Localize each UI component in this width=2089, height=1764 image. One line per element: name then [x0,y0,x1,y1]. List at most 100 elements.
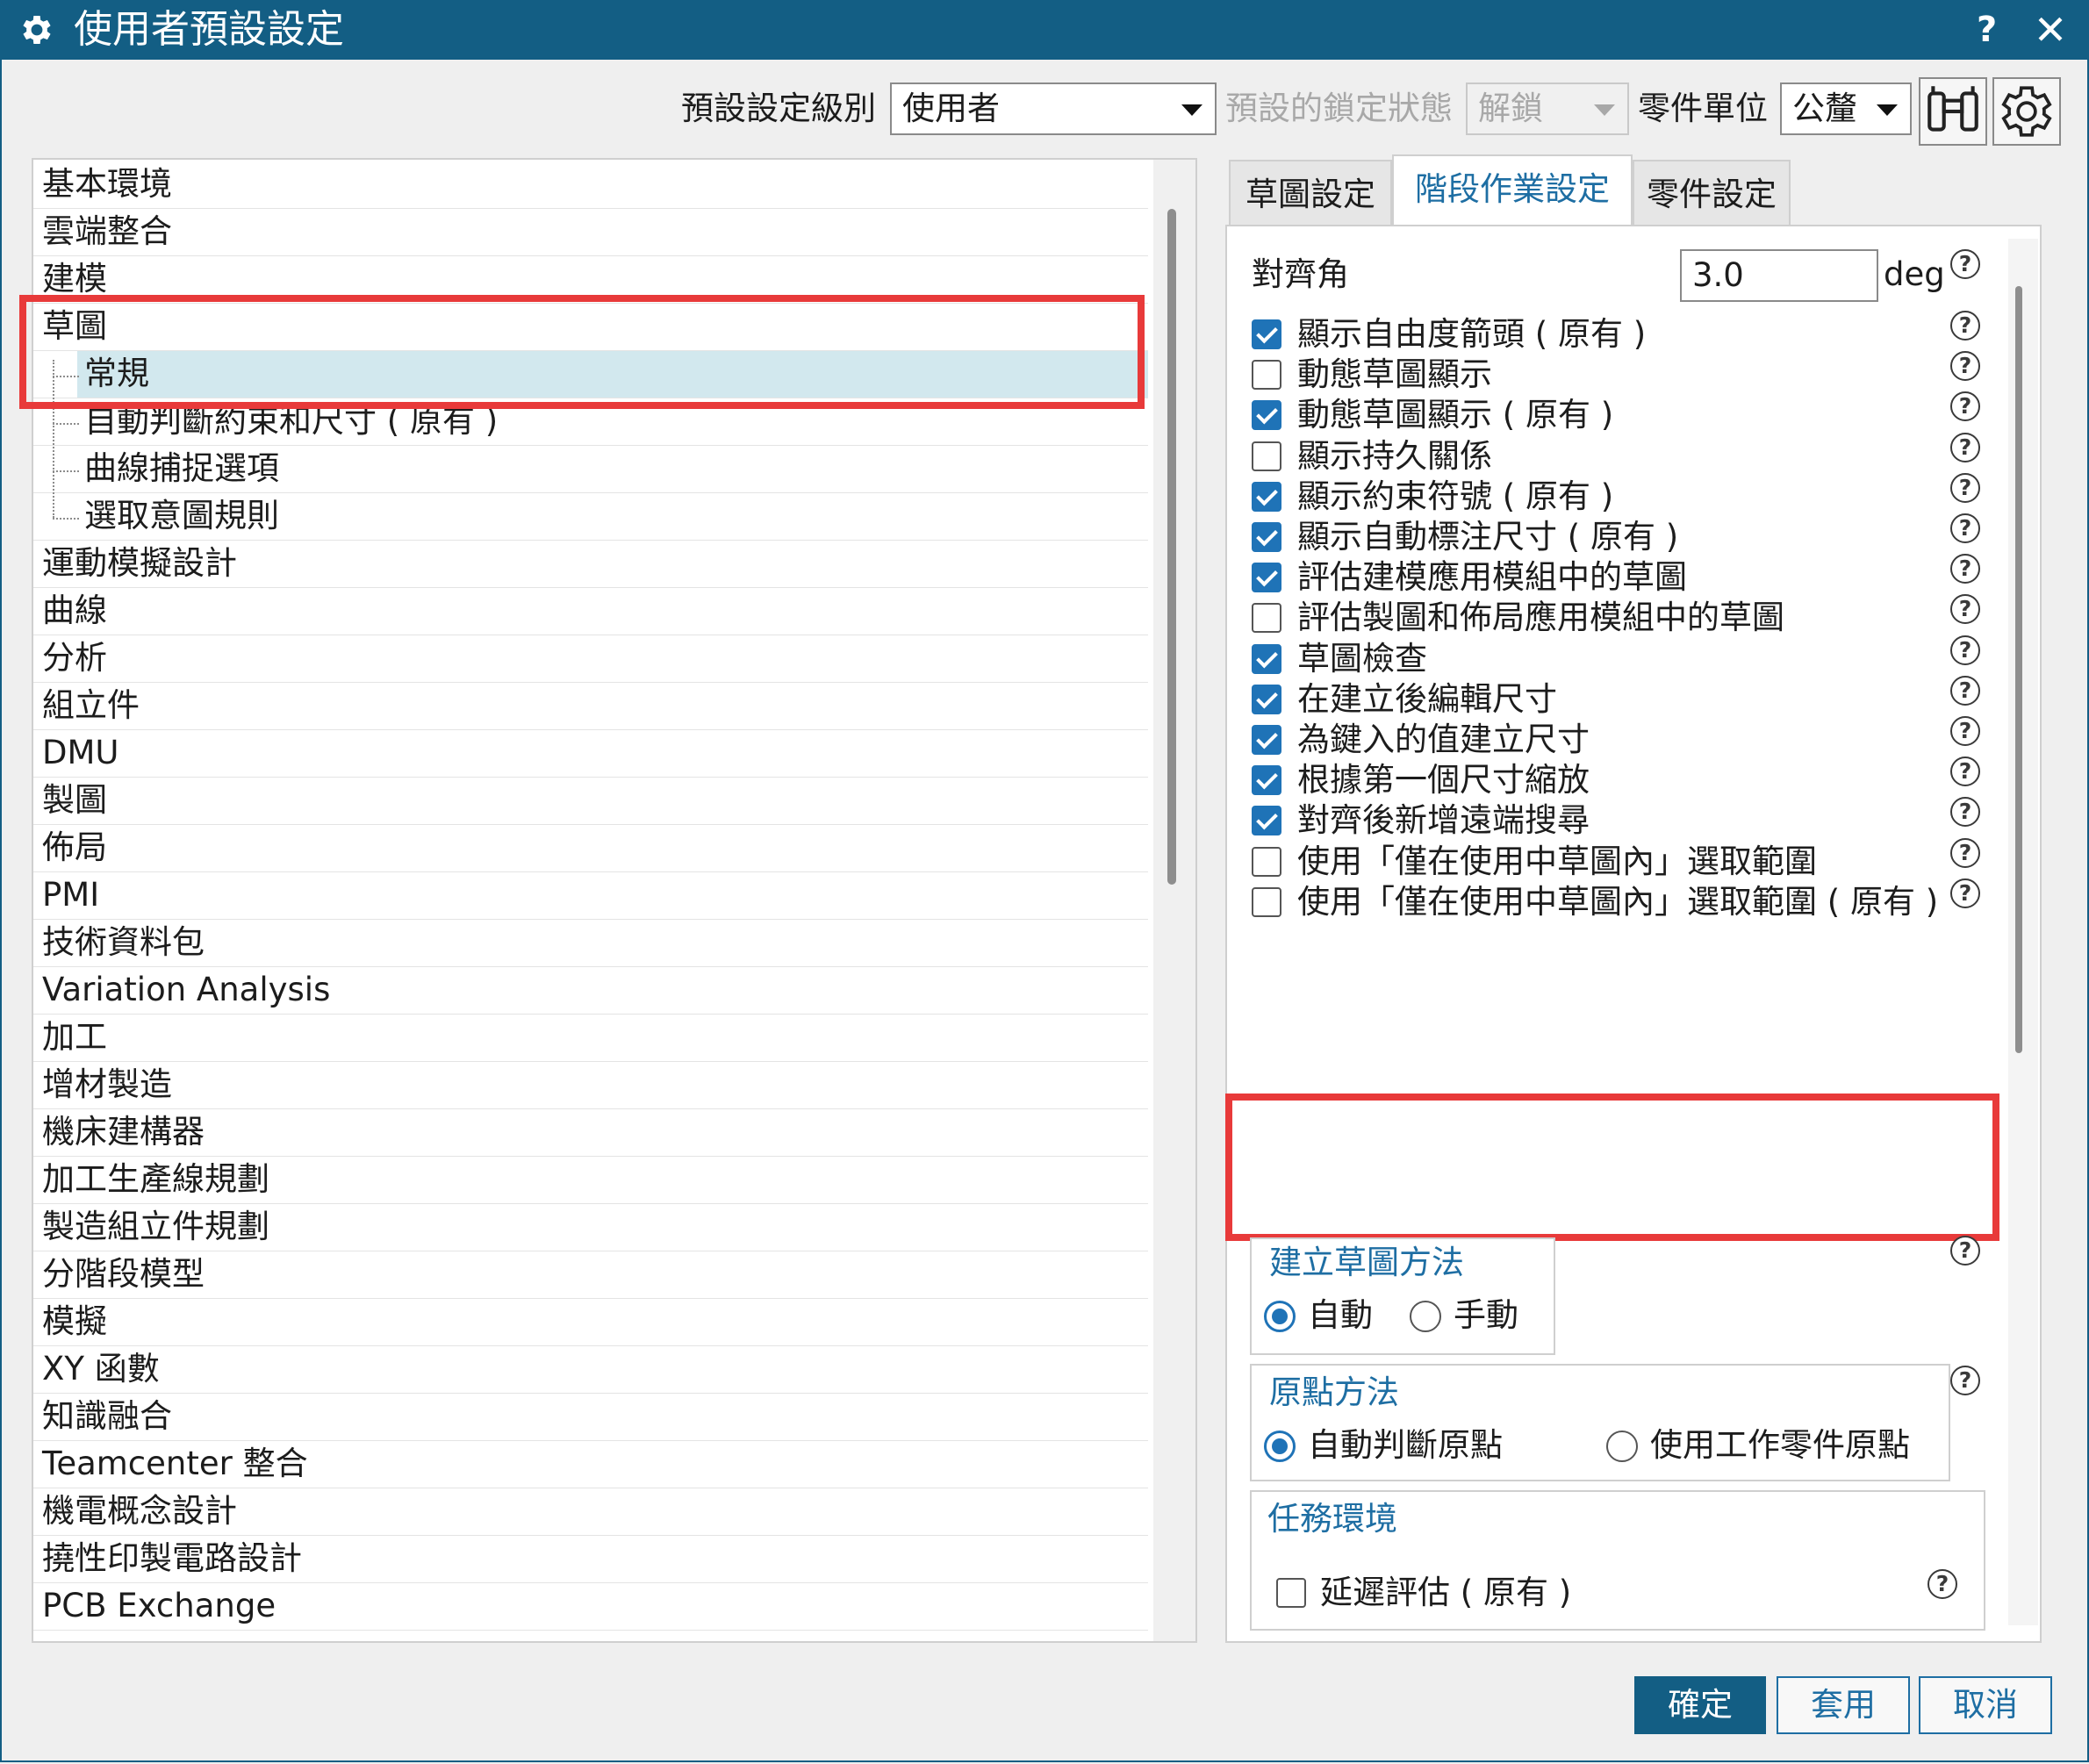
find-button[interactable] [1919,77,1987,146]
help-icon[interactable]: ? [1950,757,1980,786]
checkbox[interactable] [1252,887,1281,917]
tab-sketch-settings[interactable]: 草圖設定 [1229,160,1392,228]
radio-sketch-auto-label: 自動 [1308,1296,1373,1334]
tab-part-settings[interactable]: 零件設定 [1633,160,1791,228]
ok-button[interactable]: 確定 [1634,1676,1766,1734]
tree-item[interactable]: 製圖 [33,778,1148,825]
panel-scrollbar[interactable] [2008,239,2038,1625]
radio-sketch-manual[interactable] [1410,1301,1441,1332]
help-icon[interactable]: ? [1950,1236,1980,1266]
tree-item[interactable]: 選取意圖規則 [33,493,1148,541]
radio-origin-work-part[interactable] [1606,1431,1638,1462]
tree-item[interactable]: 增材製造 [33,1062,1148,1109]
option-label: 評估製圖和佈局應用模組中的草圖 [1297,599,1784,636]
tree-item-label: 分析 [42,639,107,677]
checkbox[interactable] [1252,482,1281,512]
window-title: 使用者預設設定 [74,7,344,52]
gear-icon [2001,86,2052,137]
tree-item[interactable]: 分階段模型 [33,1251,1148,1299]
tree-item-label: 分階段模型 [42,1255,205,1293]
checkbox[interactable] [1252,847,1281,877]
tree-item[interactable]: XY 函數 [33,1346,1148,1394]
help-icon[interactable]: ? [1927,1569,1957,1599]
tree-item[interactable]: 雲端整合 [33,209,1148,256]
help-icon[interactable]: ? [1950,716,1980,746]
checkbox[interactable] [1252,563,1281,592]
help-icon[interactable]: ? [1950,311,1980,341]
close-button[interactable]: ✕ [2028,5,2073,54]
highlight-box-tree [19,295,1145,409]
tree-item[interactable]: 機電概念設計 [33,1488,1148,1536]
help-icon[interactable]: ? [1950,391,1980,421]
tree-item[interactable]: DMU [33,730,1148,778]
checkbox[interactable] [1252,522,1281,552]
tree-item[interactable]: 技術資料包 [33,920,1148,967]
tree-item-label: 增材製造 [42,1065,172,1103]
tree-item[interactable]: 撓性印製電路設計 [33,1536,1148,1583]
tree-item-label: 技術資料包 [42,923,205,961]
tree-item[interactable]: 曲線 [33,588,1148,635]
tree-item[interactable]: Variation Analysis [33,967,1148,1015]
panel-scroll-thumb[interactable] [2015,286,2022,1053]
help-icon[interactable]: ? [1950,676,1980,706]
help-icon[interactable]: ? [1950,473,1980,503]
help-icon[interactable]: ? [1950,513,1980,543]
tree-item-label: 運動模擬設計 [42,544,237,582]
snap-angle-input[interactable]: 3.0 [1680,249,1878,302]
help-icon[interactable]: ? [1950,351,1980,381]
checkbox[interactable] [1252,400,1281,430]
tree-item[interactable]: 基本環境 [33,161,1148,209]
tree-item-label: PMI [42,876,100,914]
tree-item[interactable]: 曲線捕捉選項 [33,446,1148,493]
checkbox[interactable] [1252,319,1281,349]
tree-item[interactable]: 分析 [33,635,1148,683]
tree-item[interactable]: 運動模擬設計 [33,541,1148,588]
help-icon[interactable]: ? [1950,554,1980,584]
tree-item[interactable]: PMI [33,872,1148,920]
apply-button[interactable]: 套用 [1777,1676,1910,1734]
cancel-button[interactable]: 取消 [1919,1676,2052,1734]
checkbox[interactable] [1252,685,1281,714]
help-button[interactable]: ? [1977,5,1997,54]
tree-item[interactable]: 模擬 [33,1299,1148,1346]
checkbox-deferred-eval[interactable] [1276,1578,1306,1608]
radio-sketch-auto[interactable] [1264,1301,1296,1332]
checkbox[interactable] [1252,765,1281,795]
checkbox[interactable] [1252,603,1281,633]
help-icon[interactable]: ? [1950,249,1980,279]
tab-session-settings[interactable]: 階段作業設定 [1392,154,1633,226]
snap-angle-value: 3.0 [1692,256,1744,294]
tree-item[interactable]: 組立件 [33,683,1148,730]
tree-scroll-thumb[interactable] [1167,209,1176,885]
help-icon[interactable]: ? [1950,878,1980,908]
help-icon[interactable]: ? [1950,433,1980,463]
tree-item[interactable]: 製造組立件規劃 [33,1204,1148,1251]
tree-item[interactable]: 知識融合 [33,1394,1148,1441]
unit-dropdown[interactable]: 公釐 [1780,82,1912,135]
tree-item-label: XY 函數 [42,1350,160,1388]
checkbox[interactable] [1252,360,1281,390]
tree-item[interactable]: PCB Exchange [33,1583,1148,1631]
tree-item[interactable]: 機床建構器 [33,1109,1148,1157]
checkbox[interactable] [1252,725,1281,755]
help-icon[interactable]: ? [1950,1366,1980,1395]
help-icon[interactable]: ? [1950,635,1980,665]
checkbox[interactable] [1252,644,1281,674]
level-dropdown[interactable]: 使用者 [890,82,1217,135]
tree-item[interactable]: 加工 [33,1015,1148,1062]
help-icon[interactable]: ? [1950,838,1980,868]
help-icon[interactable]: ? [1950,797,1980,827]
deferred-eval-label: 延遲評估 ( 原有 ) [1320,1574,1572,1611]
tree-item-label: 加工生產線規劃 [42,1160,269,1198]
tree-item[interactable]: 佈局 [33,825,1148,872]
checkbox[interactable] [1252,441,1281,471]
help-icon[interactable]: ? [1950,594,1980,624]
settings-button[interactable] [1992,77,2061,146]
checkbox[interactable] [1252,806,1281,835]
tree-item-label: PCB Exchange [42,1587,276,1624]
tree-item[interactable]: Teamcenter 整合 [33,1441,1148,1488]
radio-origin-auto[interactable] [1264,1431,1296,1462]
tree-item[interactable]: 加工生產線規劃 [33,1157,1148,1204]
task-env-title: 任務環境 [1267,1500,1397,1538]
highlight-box-options [1225,1094,1999,1241]
